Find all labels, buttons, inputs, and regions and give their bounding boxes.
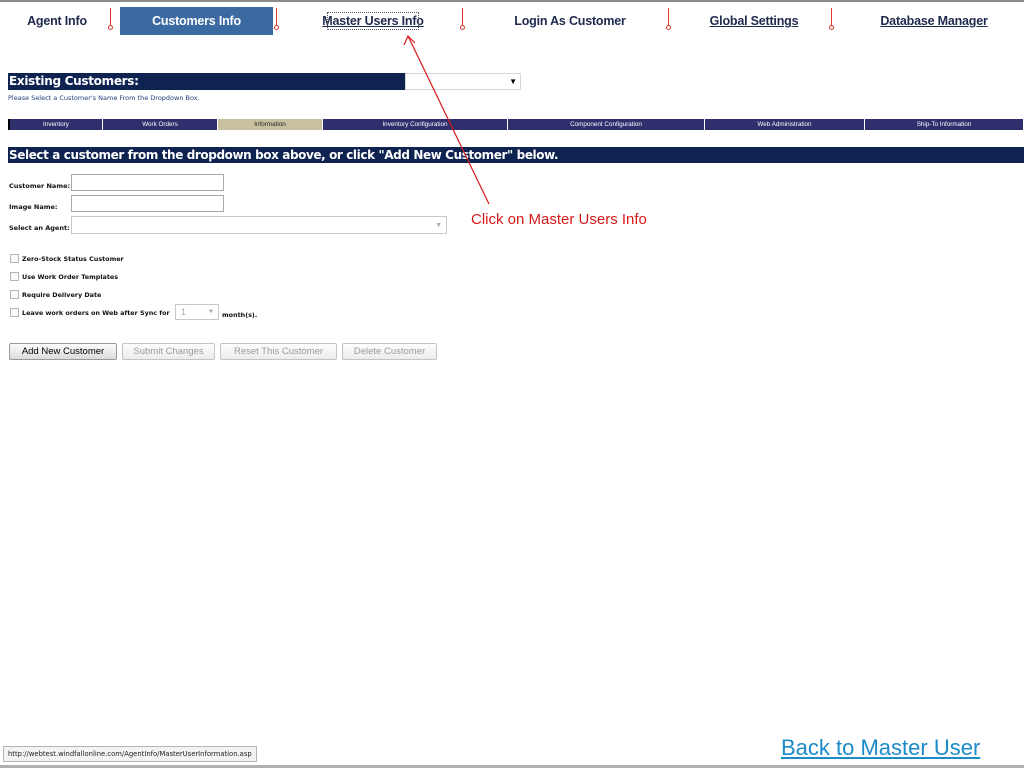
tab-component-configuration[interactable]: Component Configuration xyxy=(508,119,705,130)
tab-web-administration[interactable]: Web Administration xyxy=(705,119,865,130)
agent-dropdown[interactable]: ▼ xyxy=(71,216,447,234)
customer-name-input[interactable] xyxy=(71,174,224,191)
tab-ship-to-information[interactable]: Ship-To Information xyxy=(865,119,1024,130)
tab-inventory[interactable]: Inventory xyxy=(8,119,103,130)
nav-separator-icon xyxy=(460,8,467,30)
require-delivery-checkbox[interactable] xyxy=(10,290,19,299)
zero-stock-checkbox[interactable] xyxy=(10,254,19,263)
delete-customer-button[interactable]: Delete Customer xyxy=(342,343,437,360)
nav-separator-icon xyxy=(108,8,115,30)
submit-changes-button[interactable]: Submit Changes xyxy=(122,343,215,360)
nav-separator-icon xyxy=(666,8,673,30)
window-top-border xyxy=(0,0,1024,2)
annotation-arrow-icon xyxy=(403,34,490,205)
nav-master-users-info[interactable]: Master Users Info xyxy=(322,7,424,35)
leave-work-orders-label: Leave work orders on Web after Sync for xyxy=(22,309,170,317)
leave-work-orders-checkbox[interactable] xyxy=(10,308,19,317)
tab-work-orders[interactable]: Work Orders xyxy=(103,119,218,130)
work-order-templates-checkbox[interactable] xyxy=(10,272,19,281)
customer-tabs: Inventory Work Orders Information Invent… xyxy=(8,119,1024,130)
work-order-templates-label: Use Work Order Templates xyxy=(22,273,119,281)
nav-customers-info[interactable]: Customers Info xyxy=(120,7,273,35)
nav-separator-icon xyxy=(829,8,836,30)
dropdown-arrow-icon: ▼ xyxy=(208,309,214,315)
tab-inventory-configuration[interactable]: Inventory Configuration xyxy=(323,119,508,130)
nav-global-settings[interactable]: Global Settings xyxy=(708,7,800,35)
nav-database-manager[interactable]: Database Manager xyxy=(880,7,988,35)
reset-customer-button[interactable]: Reset This Customer xyxy=(220,343,337,360)
zero-stock-label: Zero-Stock Status Customer xyxy=(22,255,124,263)
nav-agent-info[interactable]: Agent Info xyxy=(18,7,96,35)
customer-dropdown[interactable]: ▼ xyxy=(405,73,521,90)
tab-information[interactable]: Information xyxy=(218,119,323,130)
require-delivery-label: Require Delivery Date xyxy=(22,291,102,299)
dropdown-arrow-icon: ▼ xyxy=(509,77,517,86)
nav-separator-icon xyxy=(274,8,281,30)
back-to-master-user-link[interactable]: Back to Master User xyxy=(781,735,980,761)
top-navigation: Agent Info Customers Info Master Users I… xyxy=(0,4,1024,36)
months-value: 1 xyxy=(181,307,187,317)
annotation-text: Click on Master Users Info xyxy=(471,211,647,228)
add-new-customer-button[interactable]: Add New Customer xyxy=(9,343,117,360)
existing-customers-hint: Please Select a Customer's Name From the… xyxy=(8,94,200,102)
agent-label: Select an Agent: xyxy=(9,224,70,232)
months-suffix-label: month(s). xyxy=(222,311,258,319)
existing-customers-header: Existing Customers: xyxy=(8,73,405,90)
nav-login-as-customer[interactable]: Login As Customer xyxy=(514,7,626,35)
status-bar-url: http://webtest.windfallonline.com/AgentI… xyxy=(3,746,257,762)
image-name-label: Image Name: xyxy=(9,203,58,211)
image-name-input[interactable] xyxy=(71,195,224,212)
customer-name-label: Customer Name: xyxy=(9,182,71,190)
dropdown-arrow-icon: ▼ xyxy=(435,222,442,229)
select-customer-banner: Select a customer from the dropdown box … xyxy=(8,147,1024,163)
months-dropdown[interactable]: 1 ▼ xyxy=(175,304,219,320)
